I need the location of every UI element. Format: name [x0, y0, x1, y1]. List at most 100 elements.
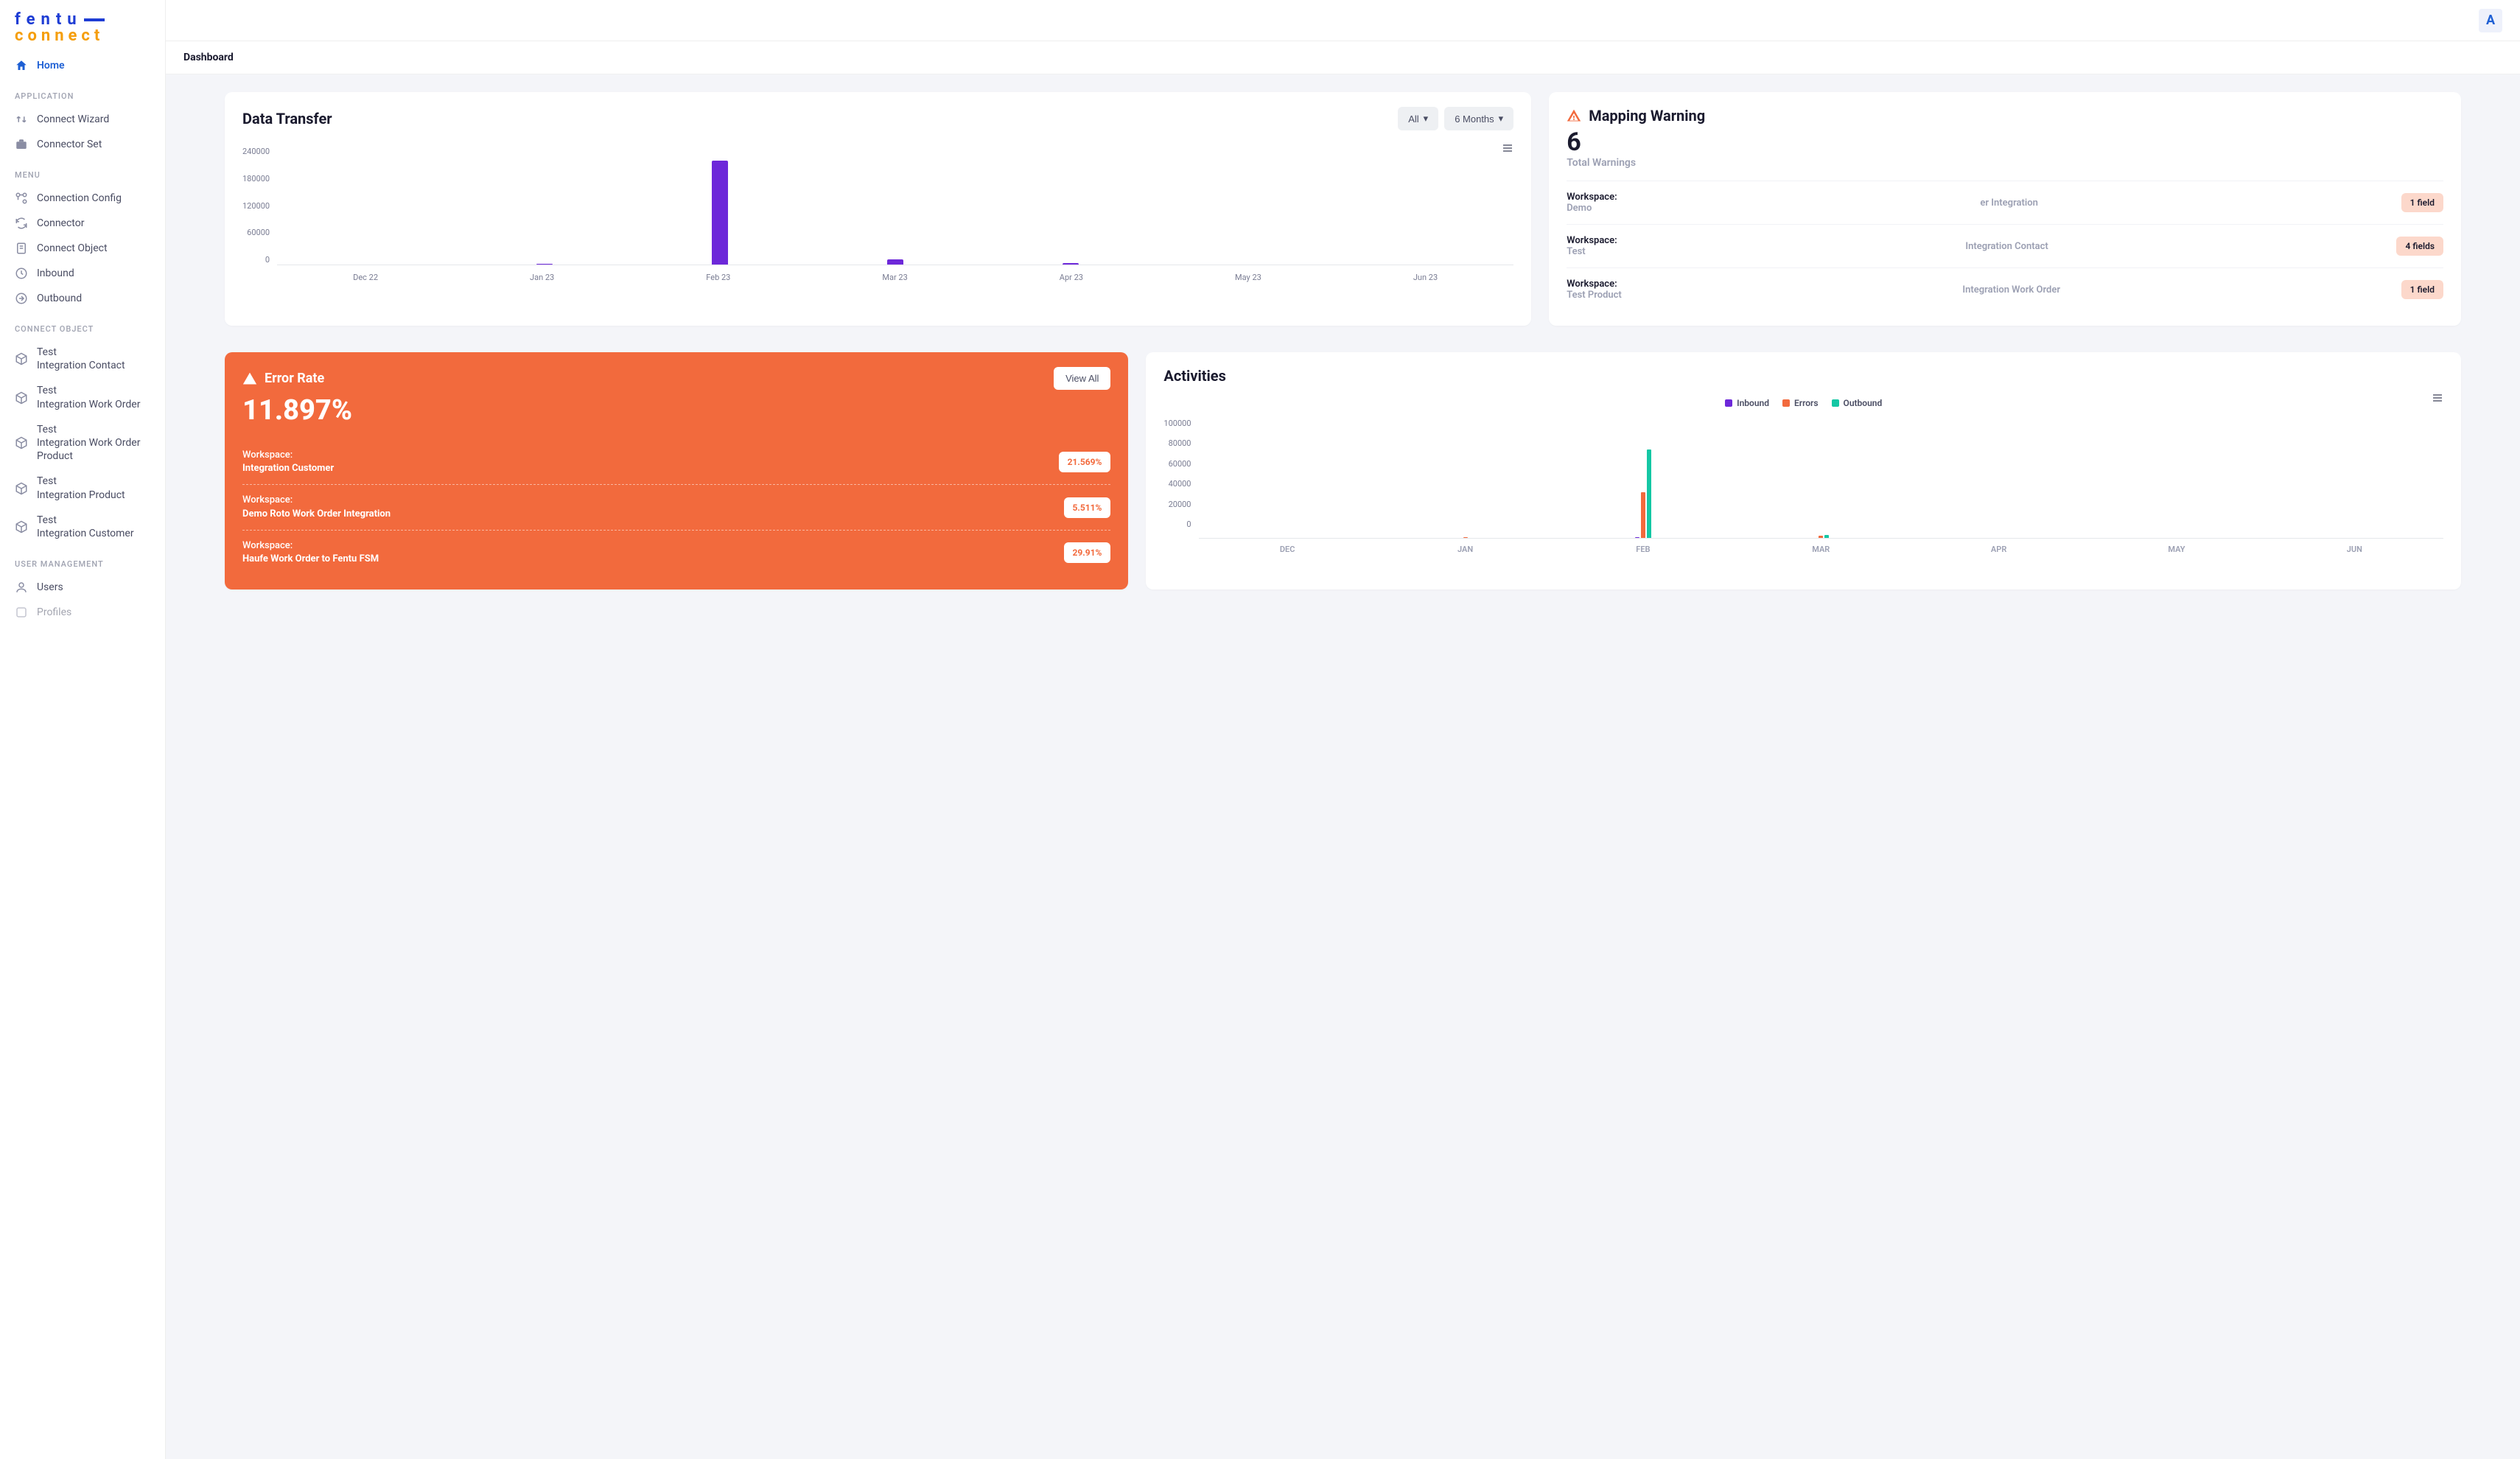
error-rate-row[interactable]: Workspace:Integration Customer 21.569% [242, 440, 1110, 485]
sync-icon [15, 217, 28, 230]
arrow-out-icon [15, 292, 28, 305]
section-user-management: USER MANAGEMENT [0, 546, 165, 575]
field-badge: 4 fields [2396, 237, 2443, 256]
activities-chart: 100000800006000040000200000 DECJANFEBMAR… [1163, 414, 2443, 554]
filter-all-button[interactable]: All▾ [1398, 107, 1438, 130]
workspace-label: Workspace: [1567, 192, 1617, 203]
mapping-warning-row[interactable]: Workspace:Test Product Integration Work O… [1567, 267, 2443, 311]
chart-bar [1635, 537, 1639, 538]
sidebar-item-connector-set[interactable]: Connector Set [0, 132, 165, 157]
sidebar-item-label: TestIntegration Contact [37, 346, 125, 372]
section-application: APPLICATION [0, 78, 165, 107]
sidebar-item-inbound[interactable]: Inbound [0, 261, 165, 286]
workspace-name: Test Product [1567, 290, 1622, 301]
error-rate-row[interactable]: Workspace:Demo Roto Work Order Integrati… [242, 485, 1110, 530]
user-icon [15, 581, 28, 594]
warning-total: 6 [1567, 127, 2443, 157]
chart-menu-icon[interactable] [1502, 142, 1513, 154]
sidebar-item-connect-object-entry[interactable]: TestIntegration Product [0, 469, 165, 507]
legend: Inbound Errors Outbound [1163, 398, 2443, 408]
sidebar-item-label: Users [37, 581, 63, 593]
sidebar-item-connect-object[interactable]: Connect Object [0, 236, 165, 261]
legend-dot-inbound [1725, 399, 1732, 407]
mapping-object: er Integration [1625, 197, 2394, 209]
workspace-name: Demo [1567, 203, 1617, 214]
warning-icon [1567, 108, 1581, 123]
chart-bar [1647, 449, 1651, 538]
data-transfer-card: Data Transfer All▾ 6 Months▾ 24000018000… [225, 92, 1531, 326]
briefcase-icon [15, 138, 28, 151]
chart-menu-icon[interactable] [2432, 392, 2443, 404]
sidebar-item-outbound[interactable]: Outbound [0, 286, 165, 311]
chart-bar [887, 259, 903, 265]
sidebar-item-profiles[interactable]: Profiles [0, 600, 165, 625]
card-title: Data Transfer [242, 110, 332, 127]
legend-dot-outbound [1832, 399, 1839, 407]
avatar[interactable]: A [2479, 9, 2502, 32]
chart-bar [536, 264, 553, 265]
sidebar-item-label: Inbound [37, 267, 74, 279]
legend-dot-errors [1782, 399, 1790, 407]
sidebar-item-connection-config[interactable]: Connection Config [0, 186, 165, 211]
chart-bar [1641, 492, 1645, 538]
legend-label: Errors [1794, 398, 1819, 408]
sidebar-item-connect-wizard[interactable]: Connect Wizard [0, 107, 165, 132]
sidebar-item-users[interactable]: Users [0, 575, 165, 600]
workspace-label: Workspace: [242, 539, 379, 553]
sidebar-item-home[interactable]: Home [0, 53, 165, 78]
sidebar-item-connect-object-entry[interactable]: TestIntegration Contact [0, 340, 165, 378]
logo[interactable]: fentu connect [0, 9, 165, 53]
cube-icon [15, 520, 28, 533]
workspace-label: Workspace: [1567, 235, 1617, 246]
sidebar-item-connect-object-entry[interactable]: TestIntegration Work Order [0, 378, 165, 416]
legend-label: Outbound [1844, 398, 1883, 408]
cube-icon [15, 391, 28, 405]
filter-period-button[interactable]: 6 Months▾ [1444, 107, 1513, 130]
sidebar-item-label: Profiles [37, 606, 71, 618]
sidebar-item-label: Connect Wizard [37, 113, 109, 125]
sidebar-item-label: Outbound [37, 293, 82, 304]
workspace-label: Workspace: [1567, 279, 1622, 290]
error-pct-badge: 21.569% [1059, 452, 1111, 472]
chart-bar [1819, 536, 1823, 538]
sidebar-item-connector[interactable]: Connector [0, 211, 165, 236]
workspace-name: Integration Customer [242, 462, 334, 475]
mapping-object: Integration Work Order [1629, 284, 2394, 295]
field-badge: 1 field [2401, 193, 2443, 212]
workspace-name: Demo Roto Work Order Integration [242, 508, 391, 521]
error-rate-row[interactable]: Workspace:Haufe Work Order to Fentu FSM2… [242, 531, 1110, 575]
warning-total-label: Total Warnings [1567, 157, 2443, 169]
chart-bar [712, 161, 728, 265]
sidebar: fentu connect Home APPLICATION Connect W… [0, 0, 166, 1459]
sidebar-item-label: Connector Set [37, 139, 102, 150]
workspace-label: Workspace: [242, 449, 334, 462]
mapping-object: Integration Contact [1625, 241, 2390, 252]
breadcrumb: Dashboard [166, 41, 2520, 74]
activities-card: Activities Inbound Errors Outbound 10000… [1146, 352, 2461, 589]
activities-bar-group [1554, 414, 1732, 538]
activities-bar-group [1910, 414, 2087, 538]
chart-bar [1063, 263, 1079, 265]
sidebar-item-connect-object-entry[interactable]: TestIntegration Customer [0, 508, 165, 546]
card-title: Activities [1163, 367, 2443, 385]
data-transfer-chart: 240000180000120000600000 Dec 22Jan 23Feb… [242, 142, 1513, 282]
chart-bar [1463, 537, 1468, 538]
sidebar-item-connect-object-entry[interactable]: TestIntegration Work OrderProduct [0, 417, 165, 469]
mapping-warning-card: Mapping Warning 6 Total Warnings Workspa… [1549, 92, 2461, 326]
chevron-down-icon: ▾ [1499, 113, 1504, 125]
error-rate-card: Error Rate View All 11.897% Workspace:In… [225, 352, 1128, 589]
error-pct-badge: 29.91% [1064, 542, 1111, 563]
mapping-warning-row[interactable]: Workspace:Demo er Integration 1 field [1567, 181, 2443, 224]
error-rate-percent: 11.897% [242, 394, 1110, 427]
field-badge: 1 field [2401, 280, 2443, 299]
section-menu: MENU [0, 157, 165, 186]
topbar: A [166, 0, 2520, 41]
cube-icon [15, 352, 28, 365]
workspace-label: Workspace: [242, 494, 391, 507]
profile-icon [15, 606, 28, 619]
view-all-button[interactable]: View All [1054, 367, 1110, 390]
sidebar-item-label: TestIntegration Customer [37, 514, 134, 540]
cube-icon [15, 482, 28, 495]
mapping-warning-row[interactable]: Workspace:TestIntegration Contact4 field… [1567, 224, 2443, 267]
activities-bar-group [2266, 414, 2443, 538]
